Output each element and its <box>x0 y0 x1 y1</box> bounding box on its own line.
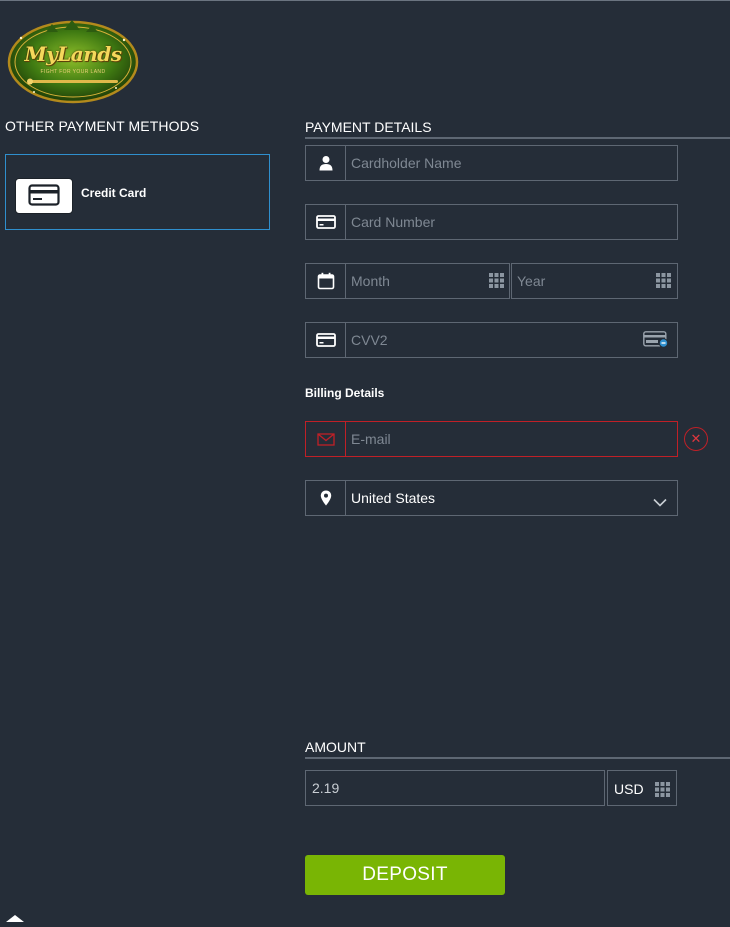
year-grid-icon[interactable] <box>656 273 671 293</box>
country-value: United States <box>351 490 436 506</box>
other-payment-methods-title: OTHER PAYMENT METHODS <box>5 118 200 134</box>
clear-email-button[interactable]: ✕ <box>684 427 708 451</box>
card-icon <box>305 204 345 240</box>
cardholder-name-input[interactable] <box>345 145 678 181</box>
card-icon <box>305 322 345 358</box>
mylands-logo: MyLands FIGHT FOR YOUR LAND <box>6 20 140 104</box>
payment-method-credit-card[interactable]: Credit Card <box>5 154 270 230</box>
payment-details-title: PAYMENT DETAILS <box>305 119 432 135</box>
amount-title: AMOUNT <box>305 739 366 755</box>
payment-details-divider <box>305 137 730 139</box>
currency-value: USD <box>614 781 644 797</box>
map-pin-icon <box>305 480 345 516</box>
cvv-field <box>305 322 678 358</box>
scroll-up-icon[interactable] <box>6 909 24 927</box>
cardholder-name-field <box>305 145 678 181</box>
top-divider <box>0 0 730 1</box>
cvv-help-icon[interactable] <box>643 331 669 353</box>
envelope-icon <box>305 421 345 457</box>
cvv-input[interactable] <box>345 322 678 358</box>
card-number-field <box>305 204 678 240</box>
logo-wordmark: MyLands <box>24 42 122 66</box>
email-input[interactable] <box>345 421 678 457</box>
card-number-input[interactable] <box>345 204 678 240</box>
deposit-button[interactable]: DEPOSIT <box>305 855 505 895</box>
expiry-year-input[interactable] <box>511 263 678 299</box>
logo-tagline: FIGHT FOR YOUR LAND <box>40 69 106 75</box>
currency-select[interactable]: USD <box>607 770 677 806</box>
amount-input[interactable] <box>305 770 605 806</box>
billing-details-title: Billing Details <box>305 386 385 400</box>
expiry-field <box>305 263 678 299</box>
expiry-month-input[interactable] <box>345 263 510 299</box>
close-icon: ✕ <box>690 431 702 446</box>
credit-card-icon <box>15 178 73 214</box>
user-icon <box>305 145 345 181</box>
calendar-icon <box>305 263 345 299</box>
currency-grid-icon <box>655 782 670 802</box>
email-field <box>305 421 678 457</box>
country-select[interactable]: United States <box>305 480 678 516</box>
payment-method-label: Credit Card <box>81 186 147 200</box>
amount-divider <box>305 757 730 759</box>
chevron-down-icon <box>653 494 667 512</box>
month-grid-icon[interactable] <box>489 273 504 293</box>
